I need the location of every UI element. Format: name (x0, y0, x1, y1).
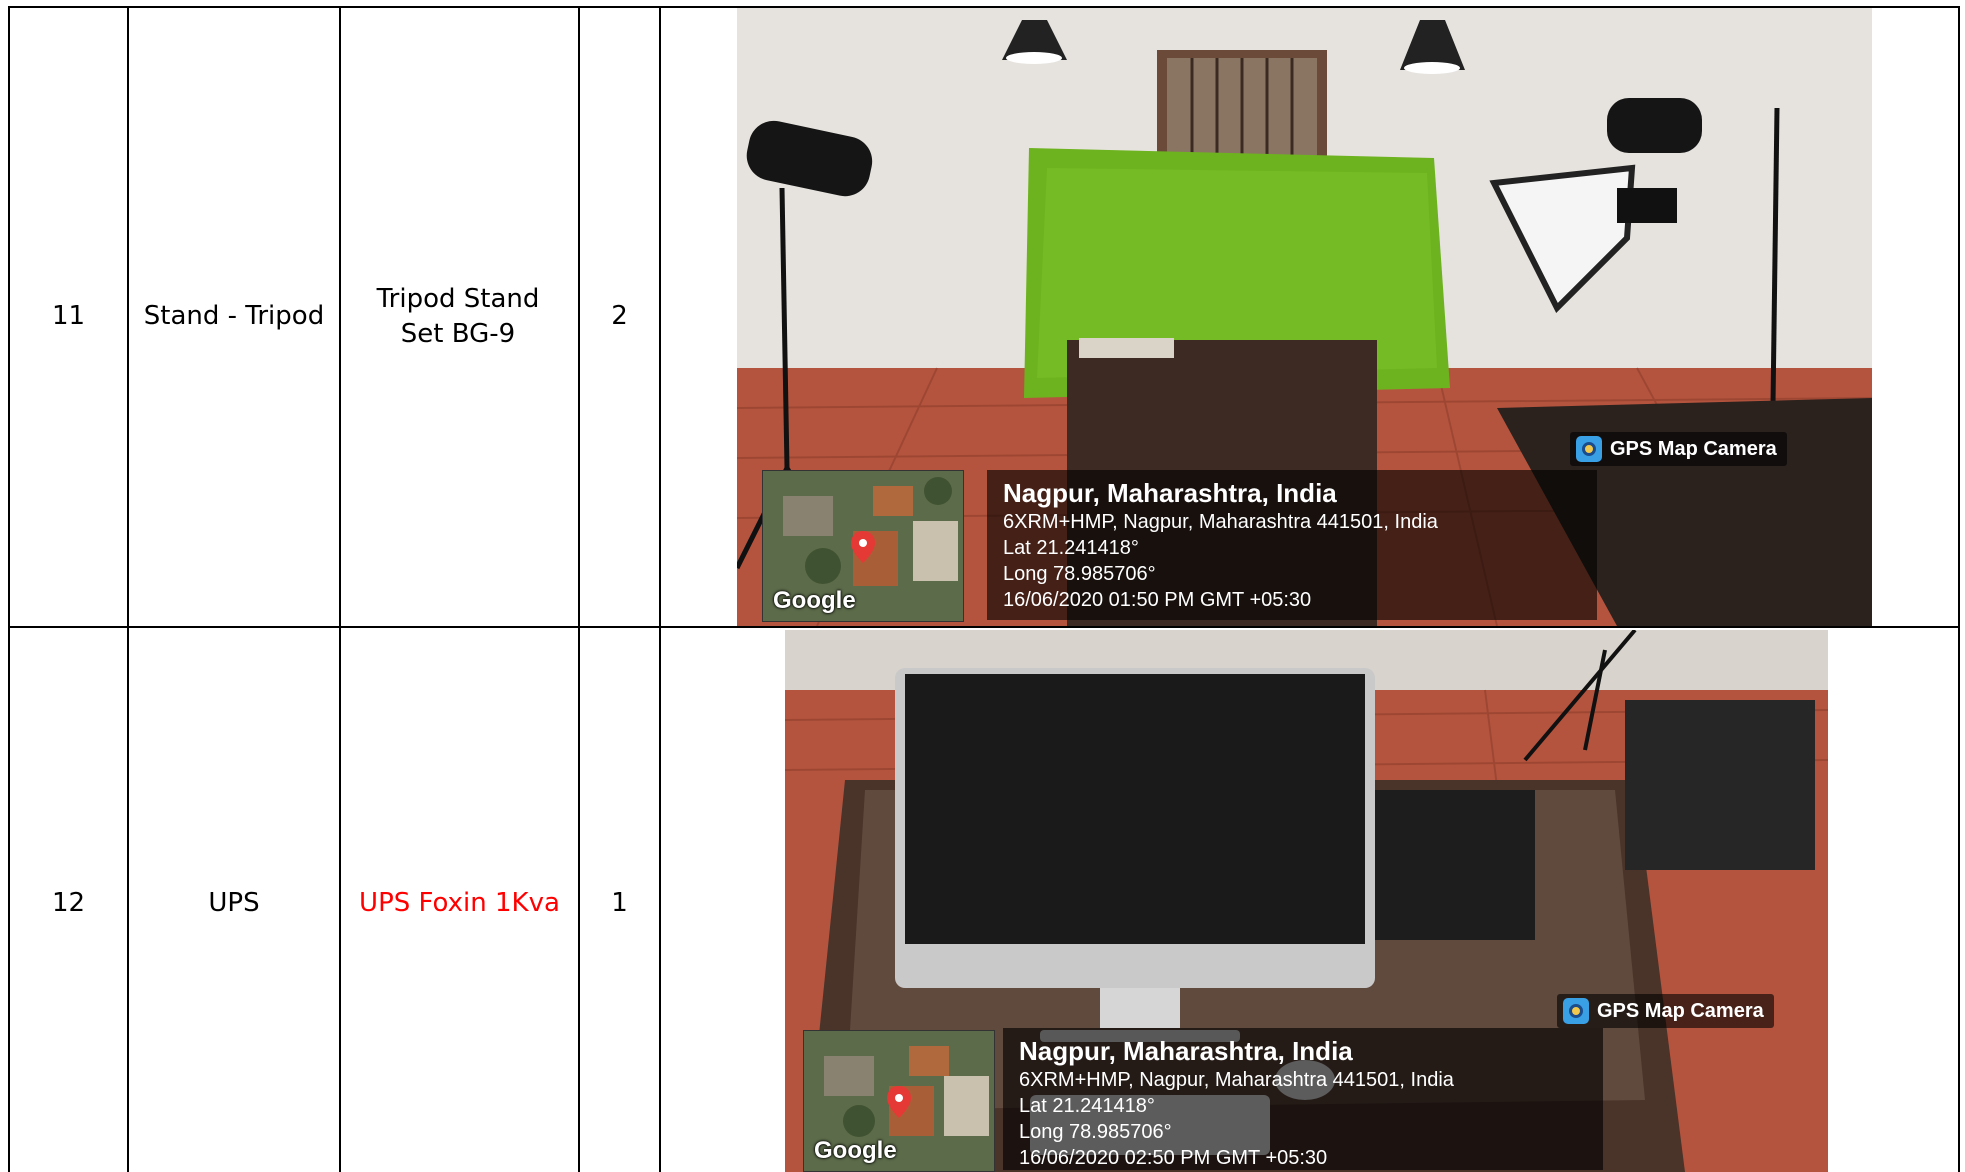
map-thumbnail: Google (803, 1030, 995, 1172)
address-text: 6XRM+HMP, Nagpur, Maharashtra 441501, In… (1019, 1069, 1454, 1091)
gps-camera-badge: GPS Map Camera (1570, 432, 1787, 466)
datetime-text: 16/06/2020 01:50 PM GMT +05:30 (1003, 589, 1312, 611)
location-title: Nagpur, Maharashtra, India (1019, 1036, 1353, 1066)
table-row-qty: 1 (611, 888, 628, 918)
latitude-text: Lat 21.241418° (1003, 537, 1139, 559)
studio-photo: Nagpur, Maharashtra, India 6XRM+HMP, Nag… (737, 8, 1872, 626)
geo-info-panel: Nagpur, Maharashtra, India 6XRM+HMP, Nag… (1003, 1028, 1603, 1170)
col-divider (659, 6, 661, 1172)
table-row-sr: 12 (51, 888, 86, 918)
workstation-photo: Nagpur, Maharashtra, India 6XRM+HMP, Nag… (785, 630, 1828, 1172)
geo-info-panel: Nagpur, Maharashtra, India 6XRM+HMP, Nag… (987, 470, 1597, 620)
table-row-sr: 11 (51, 301, 86, 332)
badge-label: GPS Map Camera (1610, 437, 1777, 460)
map-brand: Google (773, 587, 856, 614)
datetime-text: 16/06/2020 02:50 PM GMT +05:30 (1019, 1147, 1328, 1169)
badge-label: GPS Map Camera (1597, 999, 1764, 1022)
table-border-right (1958, 6, 1960, 1172)
location-title: Nagpur, Maharashtra, India (1003, 478, 1337, 508)
table-row-model: Tripod Stand Set BG-9 (376, 283, 540, 349)
map-thumbnail: Google (762, 470, 964, 622)
table-row-item: Stand - Tripod (143, 301, 325, 332)
latitude-text: Lat 21.241418° (1019, 1095, 1155, 1117)
longitude-text: Long 78.985706° (1019, 1121, 1172, 1143)
address-text: 6XRM+HMP, Nagpur, Maharashtra 441501, In… (1003, 511, 1438, 533)
gps-camera-icon (1576, 436, 1602, 462)
equipment-table: 11 Stand - Tripod Tripod Stand Set BG-9 … (0, 0, 1965, 1172)
longitude-text: Long 78.985706° (1003, 563, 1156, 585)
table-row-model: UPS Foxin 1Kva (359, 888, 560, 918)
gps-camera-icon (1563, 998, 1589, 1024)
table-row-item: UPS (208, 888, 260, 918)
gps-camera-badge: GPS Map Camera (1557, 994, 1774, 1028)
table-row-qty: 2 (611, 301, 628, 332)
map-brand: Google (814, 1137, 897, 1164)
